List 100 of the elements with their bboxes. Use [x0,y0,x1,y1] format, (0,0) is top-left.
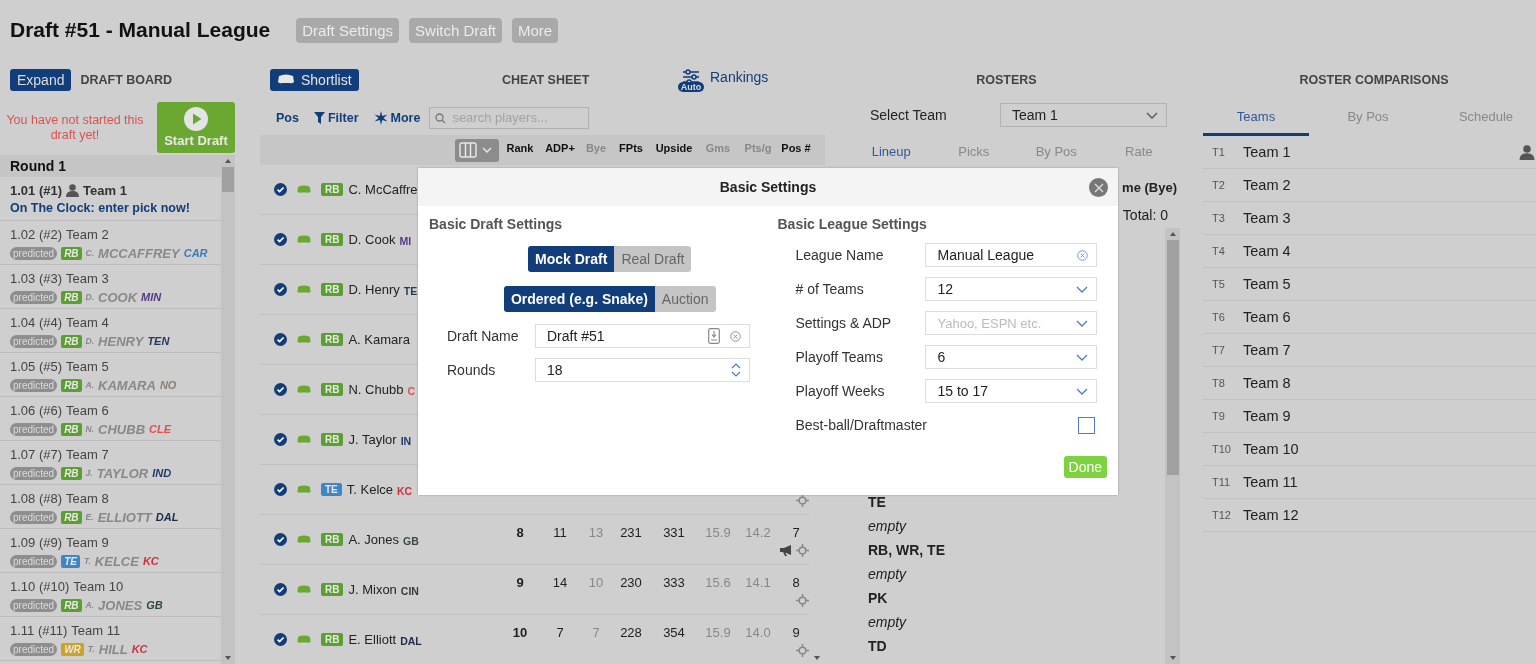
empty-slot: empty [868,610,1165,634]
empty-slot: empty [868,514,1165,538]
empty-slot: empty [868,562,1165,586]
pick-number: 1.02 (#2) [10,226,63,242]
round-header: Round 1 [0,155,221,177]
position-tag: RB [321,633,344,646]
player-name: CHUBB [98,421,146,437]
team-code: T4 [1212,245,1226,257]
team-code: C [407,385,415,397]
team-code: T8 [1212,377,1226,389]
table-cell-text: 10 [511,625,529,641]
pick-number: 1.03 (#3) [10,270,63,286]
pick-number: 1.11 (#11) [10,622,68,638]
section-title: Basic Draft Settings [429,216,564,232]
field-label: League Name [795,247,885,263]
predicted-tag: predicted [10,334,58,348]
table-cell-text: 15.9 [704,625,732,641]
position-tag: TE [61,554,80,568]
team-code: T10 [1212,443,1232,455]
team-code: TE [403,285,418,297]
player-name: MCCAFFREY [98,245,180,261]
team-name: Team 2 [66,226,109,242]
team-code: T7 [1212,344,1226,356]
team-code: T2 [1212,179,1226,191]
team-name: Team 3 [66,270,109,286]
section-title: CHEAT SHEET [502,73,591,87]
slot-label: RB, WR, TE [868,541,946,560]
table-cell-text: 9 [515,575,525,591]
pick-number: 1.05 (#5) [10,358,63,374]
position-tag: RB [61,378,82,392]
team-code: MIN [141,291,162,303]
team-name: Team 6 [1243,309,1292,325]
predicted-tag: predicted [10,598,58,612]
player-name: JONES [98,597,143,613]
team-name: Team 7 [66,446,109,462]
player-name: HENRY [98,333,144,349]
field-label: Playoff Teams [795,349,884,365]
player-initial: T. [83,556,91,566]
field-label: Best-ball/Draftmaster [795,417,926,433]
team-code: T11 [1212,476,1232,488]
status-text: On The Clock: enter pick now! [10,201,191,215]
team-name: Team 6 [66,402,109,418]
team-code: IND [152,467,172,479]
position-tag: TE [321,483,342,496]
team-name: Team 10 [73,578,124,594]
position-tag: RB [61,598,82,612]
table-cell-text: 7 [591,625,601,641]
table-cell-text: 14.2 [744,525,772,541]
table-cell-text: 8 [791,575,801,591]
team-name: Team 12 [1243,507,1300,523]
slot-label: TD [868,637,888,656]
pick-number: 1.01 (#1) [10,182,63,198]
team-code: T9 [1212,410,1226,422]
team-name: Team 4 [66,314,109,330]
team-name: Team 7 [1243,342,1292,358]
section-title: Basic League Settings [777,216,928,232]
table-cell-text: 15.6 [704,575,732,591]
team-code: T12 [1212,509,1232,521]
team-name: Team 3 [1243,210,1292,226]
team-code: CAR [183,247,208,259]
position-tag: WR [61,642,84,656]
player-name: KAMARA [98,377,156,393]
team-code: T3 [1212,212,1226,224]
total-text: Total: 0 [1122,207,1168,223]
team-code: NO [159,379,177,391]
page-title: Draft #51 - Manual League [10,18,271,42]
slot-label: TE [868,493,887,512]
predicted-tag: predicted [10,642,58,656]
column-header: me (Bye) [1122,179,1177,195]
field-label: Playoff Weeks [795,383,886,399]
table-cell-text: 228 [619,625,643,641]
team-code: CIN [400,585,419,597]
table-cell-text: 11 [552,525,568,541]
team-code: DAL [155,511,179,523]
position-tag: RB [321,233,344,246]
table-cell-text: 13 [587,525,605,541]
table-cell-text: 7 [791,525,801,541]
position-tag: RB [61,510,82,524]
pick-number: 1.08 (#8) [10,490,63,506]
team-name: Team 1 [83,182,127,198]
field-label: Settings & ADP [795,315,893,331]
position-tag: RB [321,533,344,546]
predicted-tag: predicted [10,422,58,436]
player-initial: A. [85,380,95,390]
team-code: DAL [400,635,422,647]
player-name: HILL [98,641,128,657]
pick-number: 1.10 (#10) [10,578,70,594]
predicted-tag: predicted [10,290,58,304]
team-code: MI [399,235,412,247]
team-code: KC [142,555,159,567]
player-initial: E. [85,512,94,522]
table-cell-text: 230 [619,575,643,591]
table-cell-text: 14.0 [744,625,772,641]
team-code: IN [400,435,412,447]
predicted-tag: predicted [10,554,58,568]
table-cell-text: 14 [551,575,569,591]
table-cell-text: 333 [662,575,686,591]
table-cell-text: 231 [619,525,643,541]
position-tag: RB [61,334,82,348]
team-name: Team 8 [1243,375,1292,391]
